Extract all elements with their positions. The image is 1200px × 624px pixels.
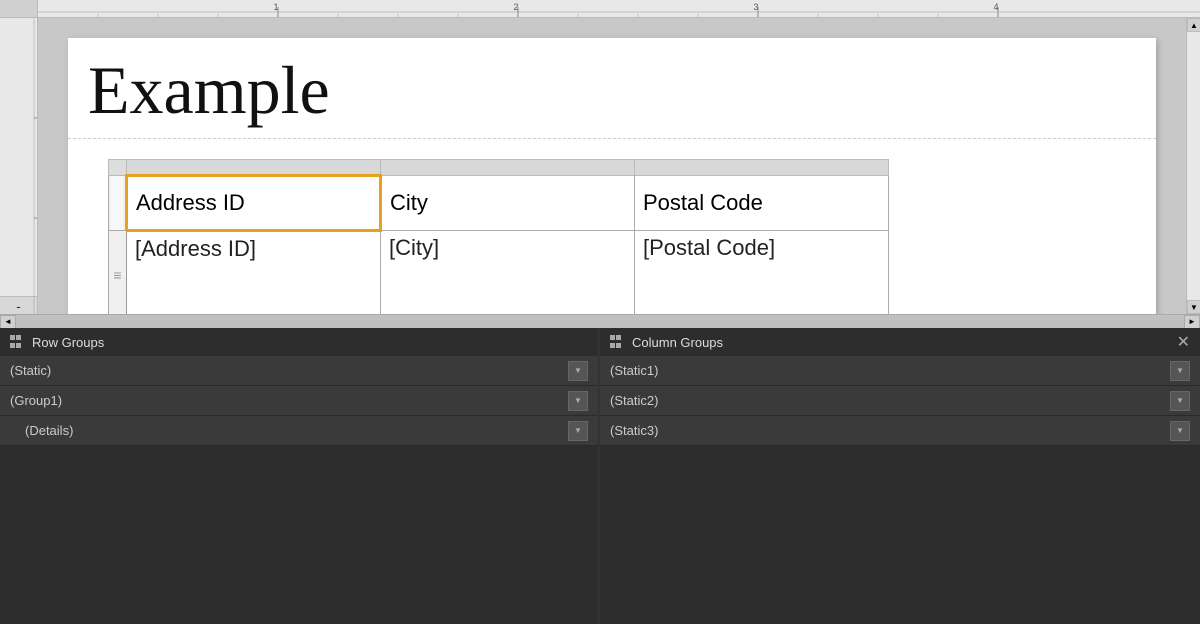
- main-area: - Example: [0, 18, 1200, 314]
- column-groups-title: Column Groups: [632, 335, 723, 350]
- row-groups-title: Row Groups: [32, 335, 104, 350]
- ruler-left: -: [0, 18, 38, 314]
- column-groups-header: Column Groups ✕: [600, 328, 1200, 356]
- scroll-track-right[interactable]: [1187, 32, 1200, 300]
- row-group-col-handle: [109, 159, 127, 175]
- scroll-left-button[interactable]: ◄: [0, 315, 16, 329]
- col-handle-row: [109, 159, 889, 175]
- chevron-down-icon: ▼: [574, 366, 582, 375]
- row-group-indicator: [111, 176, 123, 230]
- column-groups-items: (Static1) ▼ (Static2) ▼ (Static3) ▼: [600, 356, 1200, 624]
- header-label-postal-code: Postal Code: [643, 190, 763, 215]
- row-group-item-group1[interactable]: (Group1) ▼: [0, 386, 598, 416]
- col-group-label-static3: (Static3): [610, 423, 1166, 438]
- data-row: ≡ [Address ID] [City] [Postal Code]: [109, 230, 889, 314]
- row-group-item-static[interactable]: (Static) ▼: [0, 356, 598, 386]
- svg-text:2: 2: [513, 2, 518, 12]
- row-group-col-data: ≡: [109, 230, 127, 314]
- scrollbar-right[interactable]: ▲ ▼: [1186, 18, 1200, 314]
- col-group-label-static2: (Static2): [610, 393, 1166, 408]
- svg-text:4: 4: [993, 2, 998, 12]
- scroll-down-button[interactable]: ▼: [1187, 300, 1200, 314]
- col-group-dropdown-static1[interactable]: ▼: [1170, 361, 1190, 381]
- row-group-col-header: [109, 175, 127, 230]
- bottom-panels: Row Groups (Static) ▼ (Group1) ▼ (Detail…: [0, 328, 1200, 624]
- chevron-down-icon-3: ▼: [574, 426, 582, 435]
- col-group-label-static1: (Static1): [610, 363, 1166, 378]
- table-container: Address ID City Postal Code: [68, 139, 1156, 314]
- data-placeholder-city: [City]: [389, 235, 439, 260]
- col-group-item-static2[interactable]: (Static2) ▼: [600, 386, 1200, 416]
- scroll-up-button[interactable]: ▲: [1187, 18, 1200, 32]
- row-group-item-details[interactable]: (Details) ▼: [0, 416, 598, 446]
- svg-text:1: 1: [273, 2, 278, 12]
- row-groups-header: Row Groups: [0, 328, 598, 356]
- header-cell-address-id[interactable]: Address ID: [127, 175, 381, 230]
- col-handle-2[interactable]: [381, 159, 635, 175]
- col-handle-1[interactable]: [127, 159, 381, 175]
- chevron-down-icon-4: ▼: [1176, 366, 1184, 375]
- report-page: Example: [68, 38, 1156, 314]
- row-group-label-group1: (Group1): [10, 393, 564, 408]
- header-label-city: City: [390, 190, 428, 215]
- header-label-address-id: Address ID: [136, 190, 245, 215]
- row-groups-panel: Row Groups (Static) ▼ (Group1) ▼ (Detail…: [0, 328, 600, 624]
- report-title: Example: [88, 53, 1136, 128]
- scroll-right-button[interactable]: ►: [1184, 315, 1200, 329]
- data-cell-address-id[interactable]: [Address ID]: [127, 230, 381, 314]
- row-groups-icon: [10, 335, 24, 349]
- header-cell-city[interactable]: City: [381, 175, 635, 230]
- row-group-dropdown-details[interactable]: ▼: [568, 421, 588, 441]
- column-groups-close-button[interactable]: ✕: [1177, 332, 1190, 352]
- data-cell-city[interactable]: [City]: [381, 230, 635, 314]
- col-handle-3[interactable]: [635, 159, 889, 175]
- ruler-top: 1 2 3 4: [0, 0, 1200, 18]
- data-cell-postal-code[interactable]: [Postal Code]: [635, 230, 889, 314]
- row-group-dropdown-group1[interactable]: ▼: [568, 391, 588, 411]
- col-group-dropdown-static2[interactable]: ▼: [1170, 391, 1190, 411]
- scroll-track-bottom[interactable]: [16, 315, 1184, 328]
- canvas-area[interactable]: Example: [38, 18, 1186, 314]
- chevron-down-icon-5: ▼: [1176, 396, 1184, 405]
- row-group-dropdown-static[interactable]: ▼: [568, 361, 588, 381]
- column-groups-panel: Column Groups ✕ (Static1) ▼ (Static2) ▼ …: [600, 328, 1200, 624]
- col-group-item-static1[interactable]: (Static1) ▼: [600, 356, 1200, 386]
- svg-text:3: 3: [753, 2, 758, 12]
- ruler-corner: [0, 0, 38, 17]
- row-group-label-details: (Details): [25, 423, 564, 438]
- chevron-down-icon-6: ▼: [1176, 426, 1184, 435]
- column-groups-icon: [610, 335, 624, 349]
- title-section: Example: [68, 38, 1156, 139]
- header-cell-postal-code[interactable]: Postal Code: [635, 175, 889, 230]
- header-row: Address ID City Postal Code: [109, 175, 889, 230]
- data-placeholder-address-id: [Address ID]: [135, 236, 256, 261]
- col-group-dropdown-static3[interactable]: ▼: [1170, 421, 1190, 441]
- ruler-scale: 1 2 3 4: [38, 0, 1200, 17]
- bottom-scrollbar[interactable]: ◄ ►: [0, 314, 1200, 328]
- data-placeholder-postal-code: [Postal Code]: [643, 235, 775, 260]
- report-table: Address ID City Postal Code: [108, 159, 889, 314]
- row-groups-items: (Static) ▼ (Group1) ▼ (Details) ▼: [0, 356, 598, 624]
- chevron-down-icon-2: ▼: [574, 396, 582, 405]
- row-group-label-static: (Static): [10, 363, 564, 378]
- col-group-item-static3[interactable]: (Static3) ▼: [600, 416, 1200, 446]
